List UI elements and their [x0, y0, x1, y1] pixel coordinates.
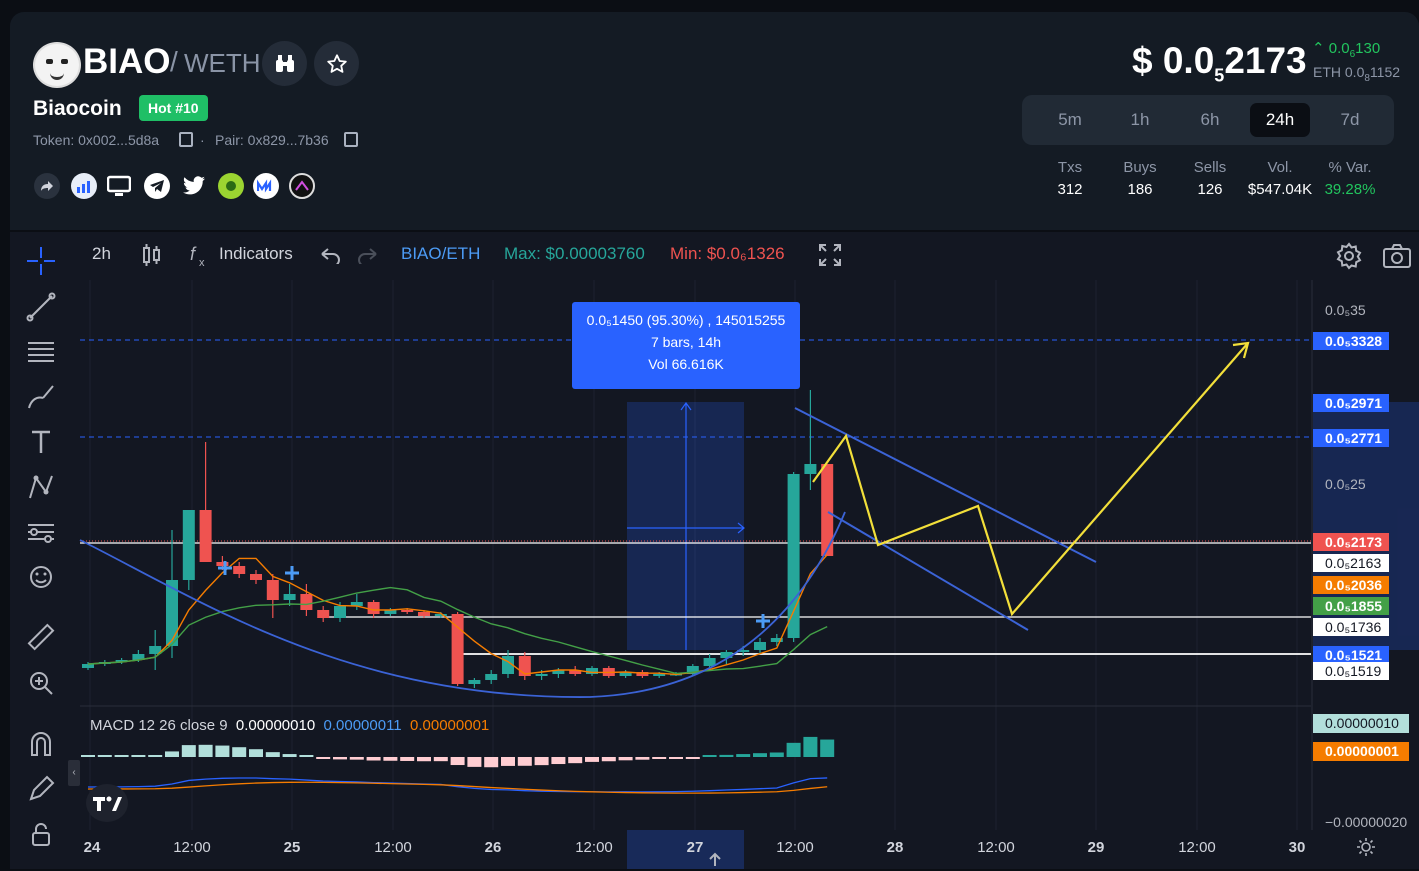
dexscreener-icon[interactable]	[289, 173, 315, 199]
pair-base-symbol: BIAO	[83, 42, 171, 81]
y-price-tag: 0.0₅2771	[1313, 429, 1389, 447]
lock-icon[interactable]	[24, 818, 58, 852]
website-icon[interactable]	[106, 173, 132, 199]
x-axis-label: 25	[283, 839, 301, 856]
trendline-tool-icon[interactable]	[24, 290, 58, 324]
x-axis-label: 24	[83, 839, 101, 856]
x-axis-label: 12:00	[173, 839, 211, 856]
timeframe-24h[interactable]: 24h	[1250, 103, 1310, 137]
interval-button[interactable]: 2h	[92, 244, 111, 264]
tradingview-logo-icon[interactable]	[86, 784, 128, 822]
x-axis-label: 12:00	[977, 839, 1015, 856]
macd-legend: MACD 12 26 close 9 0.00000010 0.00000011…	[90, 717, 490, 734]
pattern-tool-icon[interactable]	[24, 470, 58, 504]
x-axis-label: 12:00	[776, 839, 814, 856]
y-price-tag: 0.0₅2173	[1313, 533, 1389, 551]
timeframe-5m[interactable]: 5m	[1040, 103, 1100, 137]
x-axis-label: 29	[1087, 839, 1105, 856]
y-price-tag: 0.0₅1736	[1313, 618, 1389, 636]
macd-y-bottom: −0.00000020	[1325, 814, 1408, 830]
y-price-tag: 0.0₅2163	[1313, 554, 1389, 572]
address-separator: ·	[200, 132, 205, 148]
indicators-button[interactable]: Indicators	[219, 244, 293, 264]
token-name: Biaocoin	[33, 97, 122, 120]
min-price-label: Min: $0.0₆1326	[670, 244, 785, 263]
x-axis-label: 12:00	[575, 839, 613, 856]
zoom-in-icon[interactable]	[24, 666, 58, 700]
crosshair-tool-icon[interactable]	[24, 244, 58, 278]
chart-stats-icon[interactable]	[71, 173, 97, 199]
camera-icon[interactable]	[1382, 243, 1412, 274]
favorite-button[interactable]	[314, 41, 359, 86]
star-icon	[326, 53, 347, 73]
pair-quote-symbol: WETH	[184, 48, 261, 78]
indicators-icon[interactable]: fx	[188, 242, 212, 273]
token-logo	[33, 42, 81, 88]
telegram-icon[interactable]	[144, 173, 170, 199]
prediction-tool-icon[interactable]	[24, 515, 58, 549]
x-axis-label: 28	[886, 839, 904, 856]
svg-text:f: f	[190, 244, 197, 264]
copy-pair-icon[interactable]	[344, 132, 358, 147]
stat-buys: Buys 186	[1123, 159, 1157, 198]
price-change: ⌃ 0.06130	[1312, 40, 1381, 60]
y-price-tag: 0.0₅3328	[1313, 332, 1389, 350]
x-axis-label: 30	[1288, 839, 1306, 856]
y-tick-35: 0.0₅35	[1325, 302, 1366, 318]
timeframe-7d[interactable]: 7d	[1320, 103, 1380, 137]
current-price: $ 0.052173	[1132, 40, 1307, 86]
timeframe-1h[interactable]: 1h	[1110, 103, 1170, 137]
x-axis-label: 12:00	[374, 839, 412, 856]
stat-txs: Txs 312	[1057, 159, 1083, 198]
binoculars-icon	[275, 54, 294, 72]
pair-address: Pair: 0x829...7b36	[215, 132, 329, 148]
symbol-label: BIAO/ETH	[401, 244, 481, 263]
fullscreen-icon[interactable]	[818, 243, 842, 272]
hot-rank-badge: Hot #10	[139, 95, 208, 121]
stay-drawing-icon[interactable]	[24, 772, 58, 806]
scroll-up-icon[interactable]	[707, 852, 723, 871]
y-tick-25: 0.0₅25	[1325, 476, 1366, 492]
stat-variation: % Var. 39.28%	[1324, 159, 1376, 198]
macd-value-tag: 0.00000010	[1313, 714, 1409, 733]
undo-icon[interactable]	[320, 246, 342, 269]
x-axis-label: 26	[484, 839, 502, 856]
timezone-settings-icon[interactable]	[1356, 837, 1376, 862]
ruler-tool-icon[interactable]	[24, 620, 58, 654]
stat-volume: Vol. $547.04K	[1247, 159, 1313, 198]
timeframe-6h[interactable]: 6h	[1180, 103, 1240, 137]
candles-icon[interactable]	[141, 243, 163, 272]
share-icon[interactable]	[34, 173, 60, 199]
y-price-tag: 0.0₅1855	[1313, 597, 1389, 615]
pair-separator: /	[170, 46, 178, 77]
text-tool-icon[interactable]	[24, 425, 58, 459]
collapse-panel-icon[interactable]: ‹	[68, 760, 80, 786]
dextools-icon[interactable]	[218, 173, 244, 199]
twitter-icon[interactable]	[181, 173, 207, 199]
x-axis-label: 12:00	[1178, 839, 1216, 856]
y-price-tag: 0.0₅2036	[1313, 576, 1389, 594]
coinmarketcap-icon[interactable]	[253, 173, 279, 199]
token-address: Token: 0x002...5d8a	[33, 132, 160, 148]
fib-tool-icon[interactable]	[24, 335, 58, 369]
settings-gear-icon[interactable]	[1335, 242, 1363, 275]
copy-token-icon[interactable]	[179, 132, 193, 147]
eth-price: ETH 0.081152	[1313, 64, 1401, 84]
emoji-tool-icon[interactable]	[24, 560, 58, 594]
brush-tool-icon[interactable]	[24, 380, 58, 414]
redo-icon[interactable]	[356, 246, 378, 269]
y-price-tag: 0.0₅2971	[1313, 394, 1389, 412]
max-price-label: Max: $0.00003760	[504, 244, 645, 263]
stat-sells: Sells 126	[1193, 159, 1227, 198]
magnet-icon[interactable]	[24, 727, 58, 761]
macd-value-tag: 0.00000001	[1313, 742, 1409, 761]
watch-button[interactable]	[262, 41, 307, 86]
svg-text:x: x	[199, 257, 205, 268]
y-price-tag: 0.0₅1519	[1313, 662, 1389, 680]
measure-tooltip: 0.0₅1450 (95.30%) , 145015255 7 bars, 14…	[572, 302, 800, 389]
up-arrow-icon: ⌃	[1312, 40, 1325, 57]
